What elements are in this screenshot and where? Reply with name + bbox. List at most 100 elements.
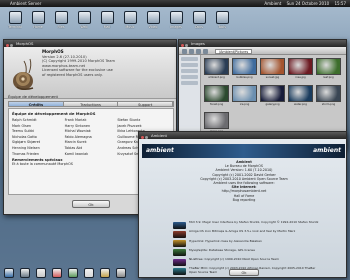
browser-titlebar[interactable]: Images	[179, 40, 346, 47]
image-thumbnail[interactable]	[204, 85, 229, 102]
credit-name: Fabio Alemagna	[64, 134, 92, 139]
credit-name: Tobias Abt	[64, 145, 83, 150]
monitor-icon[interactable]	[84, 268, 94, 278]
credit-logo-icon	[173, 267, 186, 275]
dock-label: Video	[148, 25, 158, 29]
forward-icon[interactable]	[189, 48, 194, 54]
credit-row: Amiga OS Icon Bitmaps & Amiga OS 3.5+ lo…	[173, 229, 323, 238]
image-thumbnail[interactable]	[316, 85, 341, 102]
trash-icon[interactable]	[116, 268, 126, 278]
tab-1[interactable]: Traductions	[63, 102, 119, 107]
image-thumbnail[interactable]	[316, 58, 341, 75]
credit-logo-icon	[173, 230, 186, 238]
dock-item[interactable]: Images	[165, 9, 187, 37]
reload-icon[interactable]	[203, 48, 208, 54]
image-thumbnail[interactable]	[232, 85, 257, 102]
credit-logo-icon	[173, 258, 186, 266]
dock-label: Terminal	[8, 25, 22, 29]
credit-text: Hyperlink: Hyperlink class by Alexandre …	[189, 238, 262, 243]
image-thumbnail[interactable]	[260, 85, 285, 102]
files-icon	[54, 11, 68, 24]
tab-0[interactable]: Crédits	[9, 102, 64, 107]
image-thumbnail[interactable]	[288, 85, 313, 102]
sidebar-item[interactable]	[181, 63, 198, 67]
credit-logo-icon	[173, 221, 186, 229]
credit-name: Henning Nielsen	[12, 145, 40, 150]
chart-icon[interactable]	[52, 268, 62, 278]
ambient-titlebar[interactable]: Ambient	[139, 132, 346, 139]
thumbnail-label: water.png	[294, 103, 307, 106]
credit-text: MUI 3.9: Magic User Interface by Stefan …	[189, 220, 319, 224]
about-info: MorphOS Version 2.6 (27.10.2010) (C) Cop…	[42, 49, 172, 78]
credit-name: Nicholas Gatto	[12, 134, 37, 139]
dock-label: Images	[170, 25, 182, 29]
taskbar	[0, 266, 138, 280]
credit-text: Mysql/sqlite: Database Storage, GPL lice…	[189, 247, 255, 252]
dock-item[interactable]: Mail	[96, 9, 118, 37]
app-menu[interactable]: Ambient Server	[10, 0, 41, 7]
ambient-ok-button[interactable]: Ok	[229, 269, 259, 276]
video-icon	[146, 11, 160, 24]
ambient-banner: ambient ambient	[142, 144, 345, 158]
dock-item[interactable]: Files	[50, 9, 72, 37]
image-thumbnail[interactable]	[288, 58, 313, 75]
network-icon[interactable]	[100, 268, 110, 278]
dock-item[interactable]: Home	[27, 9, 49, 37]
credit-text: Amiga OS Icon Bitmaps & Amiga OS 3.5+ lo…	[189, 229, 296, 234]
user-name[interactable]: Ambient	[264, 1, 281, 6]
browser-title: Images	[191, 41, 205, 46]
sidebar-item[interactable]	[181, 75, 198, 79]
dock-item[interactable]: Video	[142, 9, 164, 37]
sidebar-item[interactable]	[181, 69, 198, 73]
ambient-title: Ambient	[151, 133, 167, 138]
dock-item[interactable]: Docs	[188, 9, 210, 37]
dock-label: Docs	[195, 25, 203, 29]
shell-icon[interactable]	[4, 268, 14, 278]
mail-icon	[100, 11, 114, 24]
clock-icon[interactable]	[36, 268, 46, 278]
dock-label: Web	[80, 25, 88, 29]
info-line: of registered MorphOS users only.	[42, 72, 103, 77]
disk-icon[interactable]	[68, 268, 78, 278]
web-icon	[77, 11, 91, 24]
credit-name: Stefan Stuntz	[117, 118, 141, 122]
close-icon[interactable]	[141, 135, 145, 139]
sidebar-item[interactable]	[181, 81, 198, 85]
ok-button[interactable]: Ok	[72, 200, 110, 208]
credit-logo-icon	[173, 240, 186, 248]
credit-name: Marcin Kurek	[64, 140, 87, 145]
parent-icon[interactable]	[196, 48, 201, 54]
snail-logo-icon	[13, 58, 34, 91]
about-tabs: Crédits Traductions Support	[8, 101, 174, 107]
terminal-icon	[8, 11, 22, 24]
image-thumbnail[interactable]	[204, 58, 229, 75]
dock-item[interactable]: Web	[73, 9, 95, 37]
window-controls	[141, 134, 149, 141]
sidebar-item[interactable]	[181, 57, 198, 61]
credit-name: Harry Sintonen	[64, 123, 91, 128]
image-thumbnail[interactable]	[232, 58, 257, 75]
credit-name: Michal Wozniak	[64, 129, 91, 134]
zoom-icon[interactable]	[145, 135, 149, 139]
dock-item[interactable]: Tools	[211, 9, 233, 37]
image-thumbnail[interactable]	[260, 58, 285, 75]
image-thumbnail[interactable]	[204, 112, 229, 129]
thumbnail-label: ice.png	[239, 103, 250, 106]
prefs-icon[interactable]	[20, 268, 30, 278]
credits-title: Équipe de développement de MorphOS	[12, 111, 96, 116]
thumbnail-label: bubbles.png	[236, 76, 253, 79]
tab-2[interactable]: Support	[118, 102, 174, 107]
credit-name: Ralph Schmidt	[12, 118, 37, 122]
home-icon	[31, 11, 45, 24]
dock-item[interactable]: Music	[119, 9, 141, 37]
thumbnail-label: rose.jpg	[295, 76, 306, 79]
credit-row: MUI 3.9: Magic User Interface by Stefan …	[173, 220, 323, 229]
docs-icon	[192, 11, 206, 24]
time-label: 15:57	[334, 1, 346, 6]
back-icon[interactable]	[182, 48, 187, 54]
about-titlebar[interactable]: MorphOS	[4, 40, 176, 47]
dock-label: Tools	[218, 25, 226, 29]
dock-item[interactable]: Terminal	[4, 9, 26, 37]
path-field[interactable]: /Ambient/Pictures	[215, 48, 253, 54]
thumbnail-label: storm.png	[321, 103, 336, 106]
